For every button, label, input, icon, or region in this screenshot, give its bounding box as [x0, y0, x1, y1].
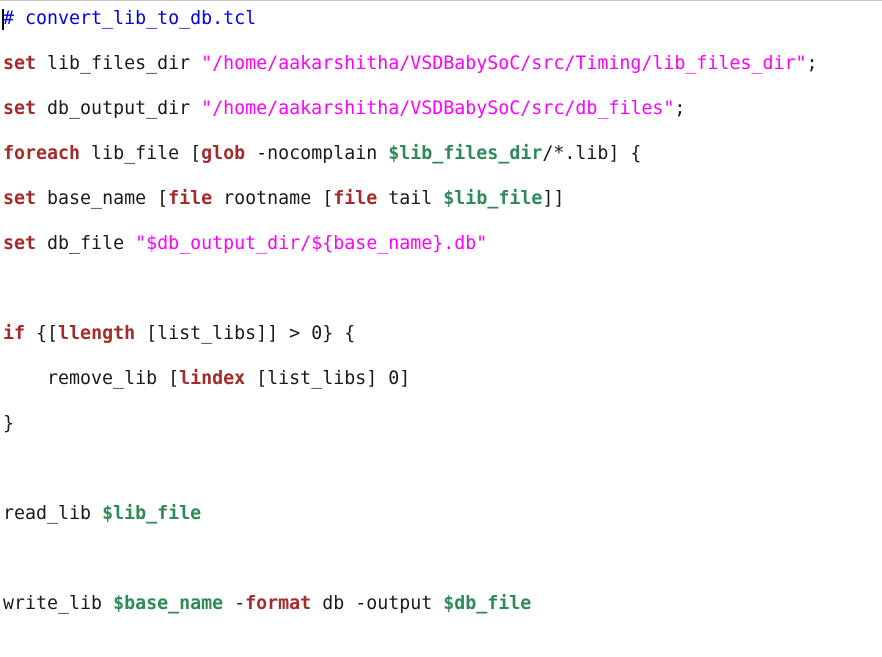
- code-text: lib_file [: [80, 143, 202, 164]
- code-text: remove_lib [: [3, 368, 180, 389]
- keyword: set: [3, 188, 37, 209]
- code-text: ;: [674, 98, 686, 119]
- code-line-14: write_lib $base_name -format db -output …: [3, 592, 531, 616]
- variable: $lib_file: [443, 188, 543, 209]
- string-literal: "$db_output_dir/${base_name}.db": [135, 233, 488, 254]
- code-text: -nocomplain: [245, 143, 389, 164]
- variable: $db_file: [443, 593, 532, 614]
- code-text: /*.lib] {: [542, 143, 642, 164]
- keyword: set: [3, 53, 37, 74]
- keyword: foreach: [3, 143, 81, 164]
- string-literal: "/home/aakarshitha/VSDBabySoC/src/db_fil…: [201, 98, 675, 119]
- keyword: lindex: [179, 368, 246, 389]
- code-text: [list_libs] 0]: [245, 368, 411, 389]
- code-text: [list_libs]] > 0} {: [135, 323, 356, 344]
- code-text: }: [3, 413, 15, 434]
- code-text: ;: [806, 53, 818, 74]
- code-text: base_name [: [36, 188, 169, 209]
- code-text: rootname [: [212, 188, 334, 209]
- code-text: {[: [25, 323, 59, 344]
- code-text: db_file: [36, 233, 136, 254]
- keyword: if: [3, 323, 26, 344]
- code-text: db -output: [311, 593, 444, 614]
- variable: $base_name: [113, 593, 224, 614]
- keyword: set: [3, 233, 37, 254]
- code-line-12: read_lib $lib_file: [3, 502, 201, 526]
- code-text: lib_files_dir: [36, 53, 202, 74]
- code-line-1: # convert_lib_to_db.tcl: [3, 7, 256, 31]
- code-text: -: [223, 593, 246, 614]
- code-line-8: if {[llength [list_libs]] > 0} {: [3, 322, 355, 346]
- variable: $lib_file: [102, 503, 202, 524]
- code-text: db_output_dir: [36, 98, 202, 119]
- code-line-4: foreach lib_file [glob -nocomplain $lib_…: [3, 142, 641, 166]
- keyword: file: [333, 188, 378, 209]
- code-line-5: set base_name [file rootname [file tail …: [3, 187, 564, 211]
- code-editor[interactable]: # convert_lib_to_db.tcl set lib_files_di…: [0, 0, 882, 657]
- code-line-6: set db_file "$db_output_dir/${base_name}…: [3, 232, 487, 256]
- keyword: llength: [58, 323, 136, 344]
- code-line-10: }: [3, 412, 14, 436]
- keyword: set: [3, 98, 37, 119]
- variable: $lib_files_dir: [388, 143, 543, 164]
- keyword: format: [245, 593, 312, 614]
- keyword: file: [168, 188, 213, 209]
- comment: # convert_lib_to_db.tcl: [3, 8, 257, 29]
- code-text: write_lib: [3, 593, 114, 614]
- code-line-9: remove_lib [lindex [list_libs] 0]: [3, 367, 410, 391]
- code-line-3: set db_output_dir "/home/aakarshitha/VSD…: [3, 97, 685, 121]
- code-line-2: set lib_files_dir "/home/aakarshitha/VSD…: [3, 52, 817, 76]
- keyword: glob: [201, 143, 246, 164]
- code-text: read_lib: [3, 503, 103, 524]
- code-text: tail: [377, 188, 444, 209]
- code-text: ]]: [542, 188, 565, 209]
- string-literal: "/home/aakarshitha/VSDBabySoC/src/Timing…: [201, 53, 807, 74]
